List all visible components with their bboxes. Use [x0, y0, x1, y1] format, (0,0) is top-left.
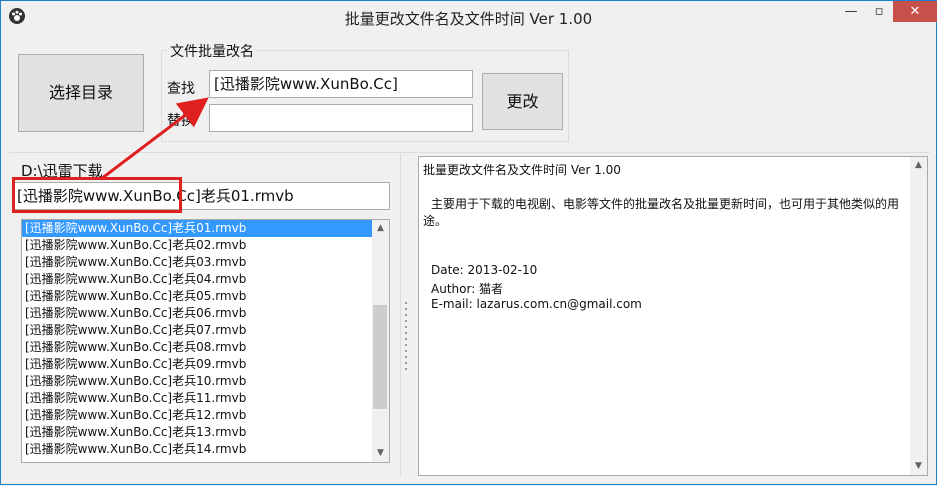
info-email: E-mail: lazarus.com.cn@gmail.com: [431, 297, 642, 311]
list-item[interactable]: [迅播影院www.XunBo.Cc]老兵03.rmvb: [22, 254, 389, 271]
chevron-up-icon[interactable]: ▲: [372, 220, 389, 237]
list-item[interactable]: [迅播影院www.XunBo.Cc]老兵07.rmvb: [22, 322, 389, 339]
rename-group-title: 文件批量改名: [167, 41, 257, 61]
minimize-button[interactable]: —: [837, 1, 865, 22]
list-item[interactable]: [迅播影院www.XunBo.Cc]老兵11.rmvb: [22, 390, 389, 407]
info-textbox[interactable]: 批量更改文件名及文件时间 Ver 1.00 主要用于下载的电视剧、电影等文件的批…: [418, 156, 928, 476]
list-item[interactable]: [迅播影院www.XunBo.Cc]老兵06.rmvb: [22, 305, 389, 322]
find-label: 查找: [167, 81, 195, 97]
scrollbar-thumb[interactable]: [373, 305, 387, 409]
list-scrollbar[interactable]: ▲ ▼: [372, 220, 389, 462]
info-date: Date: 2013-02-10: [431, 263, 538, 277]
list-item[interactable]: [迅播影院www.XunBo.Cc]老兵02.rmvb: [22, 237, 389, 254]
replace-label: 替换: [167, 113, 195, 129]
splitter-handle[interactable]: [403, 300, 413, 370]
title-bar[interactable]: 批量更改文件名及文件时间 Ver 1.00 — ▫ ✕: [1, 1, 937, 32]
annotation-highlight-box: [12, 177, 182, 213]
list-item[interactable]: [迅播影院www.XunBo.Cc]老兵08.rmvb: [22, 339, 389, 356]
file-listbox[interactable]: [迅播影院www.XunBo.Cc]老兵01.rmvb [迅播影院www.XunB…: [21, 219, 390, 463]
maximize-button[interactable]: ▫: [865, 1, 893, 22]
list-item[interactable]: [迅播影院www.XunBo.Cc]老兵04.rmvb: [22, 271, 389, 288]
client-area: 选择目录 文件批量改名 查找 [迅播影院www.XunBo.Cc] 替换 更改 …: [9, 32, 930, 479]
list-item[interactable]: [迅播影院www.XunBo.Cc]老兵09.rmvb: [22, 356, 389, 373]
info-description: 主要用于下载的电视剧、电影等文件的批量改名及批量更新时间，也可用于其他类似的用: [431, 197, 900, 211]
chevron-up-icon[interactable]: ▲: [910, 157, 927, 174]
find-input[interactable]: [迅播影院www.XunBo.Cc]: [209, 70, 473, 98]
list-item[interactable]: [迅播影院www.XunBo.Cc]老兵12.rmvb: [22, 407, 389, 424]
select-directory-button[interactable]: 选择目录: [18, 54, 144, 132]
info-author: Author: 猫者: [431, 282, 504, 296]
info-description-cont: 途。: [423, 214, 448, 228]
list-item[interactable]: [迅播影院www.XunBo.Cc]老兵14.rmvb: [22, 441, 389, 458]
info-scrollbar[interactable]: ▲ ▼: [910, 157, 927, 475]
window-title: 批量更改文件名及文件时间 Ver 1.00: [344, 10, 593, 28]
app-window: 批量更改文件名及文件时间 Ver 1.00 — ▫ ✕ 选择目录 文件批量改名 …: [0, 0, 937, 485]
info-heading: 批量更改文件名及文件时间 Ver 1.00: [423, 163, 621, 177]
divider: [9, 152, 930, 153]
chevron-down-icon[interactable]: ▼: [910, 458, 927, 475]
list-item[interactable]: [迅播影院www.XunBo.Cc]老兵05.rmvb: [22, 288, 389, 305]
list-item[interactable]: [迅播影院www.XunBo.Cc]老兵01.rmvb: [22, 220, 389, 237]
replace-input[interactable]: [209, 104, 473, 132]
list-item[interactable]: [迅播影院www.XunBo.Cc]老兵10.rmvb: [22, 373, 389, 390]
change-button[interactable]: 更改: [482, 73, 563, 130]
chevron-down-icon[interactable]: ▼: [372, 445, 389, 462]
file-list: [迅播影院www.XunBo.Cc]老兵01.rmvb [迅播影院www.XunB…: [22, 220, 389, 458]
list-item[interactable]: [迅播影院www.XunBo.Cc]老兵13.rmvb: [22, 424, 389, 441]
close-button[interactable]: ✕: [893, 1, 937, 22]
